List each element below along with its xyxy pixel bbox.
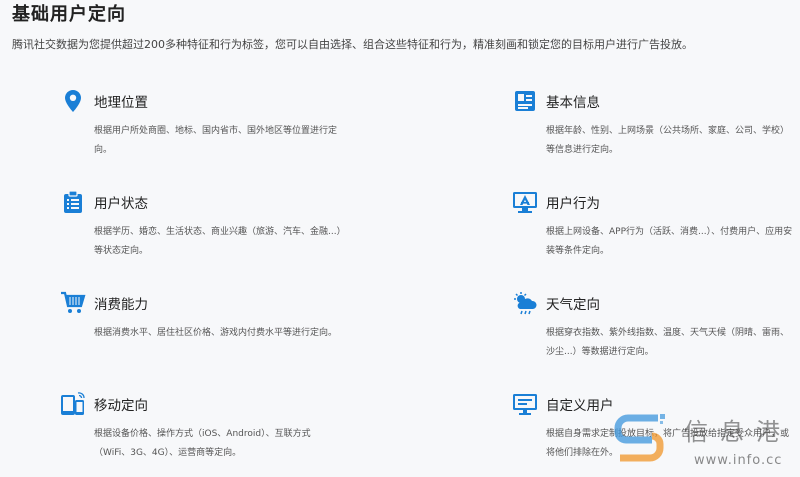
feature-text: 根据用户所处商圈、地标、国内省市、国外地区等位置进行定向。 xyxy=(94,126,338,155)
mobile-devices-icon xyxy=(60,391,86,417)
monitor-app-icon xyxy=(512,189,538,215)
feature-text: 根据消费水平、居住社区价格、游戏内付费水平等进行定向。 xyxy=(94,328,338,338)
feature-text: 根据设备价格、操作方式（iOS、Android）、互联方式（WiFi、3G、4G… xyxy=(94,429,311,458)
shopping-cart-icon xyxy=(60,290,86,316)
feature-name: 消费能力 xyxy=(94,297,148,313)
watermark-text: 信息港 xyxy=(684,418,792,446)
feature-geo-location[interactable]: 地理位置 根据用户所处商圈、地标、国内省市、国外地区等位置进行定向。 xyxy=(60,88,360,160)
feature-consumption-ability[interactable]: 消费能力 根据消费水平、居住社区价格、游戏内付费水平等进行定向。 xyxy=(60,290,360,343)
feature-mobile-targeting[interactable]: 移动定向 根据设备价格、操作方式（iOS、Android）、互联方式（WiFi、… xyxy=(60,391,360,463)
id-card-icon xyxy=(512,88,538,114)
watermark-logo-icon xyxy=(614,412,666,462)
watermark-url: www.info.cc xyxy=(694,453,783,468)
feature-text: 根据穿衣指数、紫外线指数、温度、天气天候（阴晴、雷雨、沙尘...）等数据进行定向… xyxy=(546,328,790,357)
feature-user-status[interactable]: 用户状态 根据学历、婚恋、生活状态、商业兴趣（旅游、汽车、金融...）等状态定向… xyxy=(60,189,360,261)
page-description: 腾讯社交数据为您提供超过200多种特征和行为标签，您可以自由选择、组合这些特征和… xyxy=(12,38,693,51)
watermark: 信息港 www.info.cc xyxy=(614,404,800,477)
feature-text: 根据年龄、性别、上网场景（公共场所、家庭、公司、学校）等信息进行定向。 xyxy=(546,126,790,155)
clipboard-icon xyxy=(60,189,86,215)
feature-basic-info[interactable]: 基本信息 根据年龄、性别、上网场景（公共场所、家庭、公司、学校）等信息进行定向。 xyxy=(512,88,800,160)
feature-user-behavior[interactable]: 用户行为 根据上网设备、APP行为（活跃、消费...）、付费用户、应用安装等条件… xyxy=(512,189,800,261)
weather-cloud-icon xyxy=(512,290,538,316)
desktop-icon xyxy=(512,391,538,417)
feature-weather[interactable]: 天气定向 根据穿衣指数、紫外线指数、温度、天气天候（阴晴、雷雨、沙尘...）等数… xyxy=(512,290,800,362)
feature-text: 根据上网设备、APP行为（活跃、消费...）、付费用户、应用安装等条件定向。 xyxy=(546,227,793,256)
feature-name: 基本信息 xyxy=(546,95,600,111)
location-pin-icon xyxy=(60,88,86,114)
feature-name: 自定义用户 xyxy=(546,398,614,414)
feature-name: 移动定向 xyxy=(94,398,148,414)
feature-name: 天气定向 xyxy=(546,297,600,313)
feature-name: 用户行为 xyxy=(546,196,600,212)
feature-text: 根据学历、婚恋、生活状态、商业兴趣（旅游、汽车、金融...）等状态定向。 xyxy=(94,227,342,256)
feature-name: 地理位置 xyxy=(94,95,148,111)
page-title: 基础用户定向 xyxy=(12,4,126,25)
feature-name: 用户状态 xyxy=(94,196,148,212)
